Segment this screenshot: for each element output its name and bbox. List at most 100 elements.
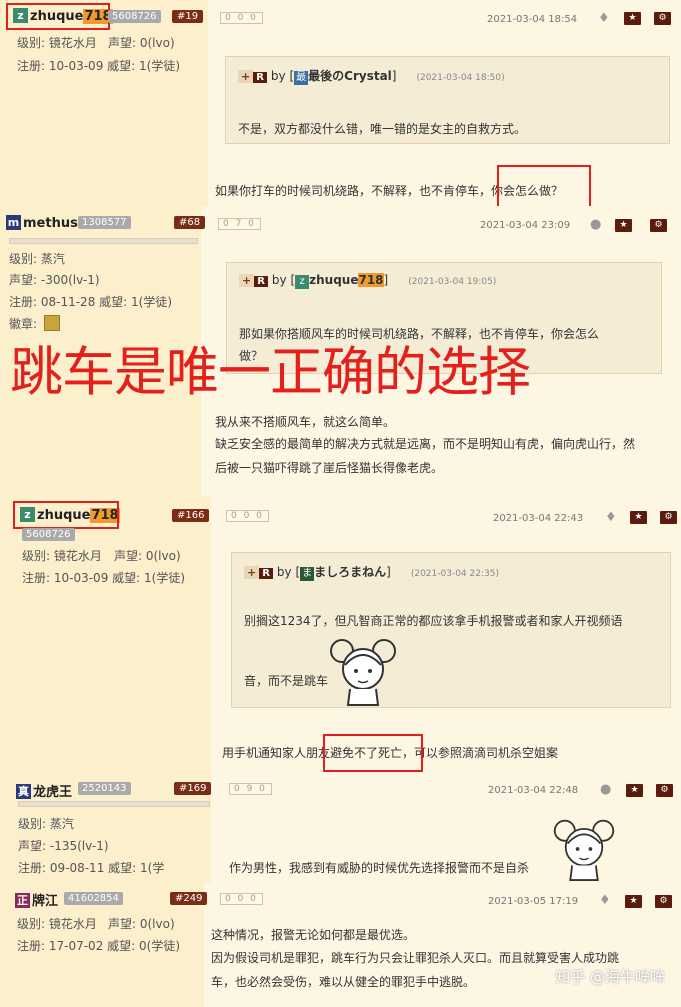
user-register: 注册: 08-11-28 威望: 1(学徒) [9, 295, 172, 309]
floor-number[interactable]: #169 [174, 782, 212, 795]
quote-by: by [276, 565, 292, 579]
post-time: 2021-03-04 22:43 [493, 513, 584, 524]
quote-author[interactable]: ましろまねん [314, 565, 386, 579]
avatar: 正 [15, 893, 30, 908]
quote-text: 别搁这1234了，但凡智商正常的都应该拿手机报警或者和家人开视频语 [244, 614, 623, 628]
username[interactable]: 正牌江 [15, 890, 58, 909]
gear-button[interactable]: ⚙ [650, 219, 667, 232]
post-19: z zhuque718 5608726 #19 级别: 镜花水月 声望: 0(lv… [0, 0, 681, 206]
android-icon: ♦ [605, 510, 617, 525]
gear-button[interactable]: ⚙ [656, 784, 673, 797]
floor-number[interactable]: #249 [170, 892, 208, 905]
gear-button[interactable]: ⚙ [654, 12, 671, 25]
watermark: 知乎 @海牛哞哞 [555, 968, 665, 986]
quote-block: + Rby [まましろまねん] (2021-03-04 22:35) 别搁这1234… [231, 552, 671, 708]
reply-icon[interactable]: R [254, 276, 268, 287]
star-button[interactable]: ★ [615, 219, 632, 232]
floor-number[interactable]: #19 [172, 10, 204, 23]
gear-button[interactable]: ⚙ [660, 511, 677, 524]
star-button[interactable]: ★ [625, 895, 642, 908]
post-body: 后被一只猫吓得跳了崖后怪猫长得像老虎。 [215, 461, 444, 475]
user-reputation: 声望: -135(lv-1) [18, 839, 109, 853]
post-body: 作为男性，我感到有威胁的时候优先选择报警而不是自杀 [229, 861, 530, 875]
user-id: 1308577 [78, 216, 131, 229]
post-249: 正牌江 41602854 #249 级别: 镜花水月 声望: 0(lvo) 注册… [0, 882, 681, 1007]
level-bar [9, 238, 198, 244]
quote-text: 音，而不是跳车 [244, 674, 329, 688]
overlay-caption: 跳车是唯一正确的选择 [10, 342, 531, 403]
gear-button[interactable]: ⚙ [655, 895, 672, 908]
username-text: 龙虎王 [33, 785, 73, 800]
quote-time: (2021-03-04 22:35) [410, 569, 499, 579]
user-id: 2520143 [78, 782, 131, 795]
android-icon: ♦ [599, 893, 611, 908]
anime-girl-sticker [553, 819, 615, 881]
username[interactable]: m methuss [6, 215, 86, 231]
quote-header: + Rby [z zhuque718] (2021-03-04 19:05) [239, 273, 496, 289]
quote-block: + Rby [最最後のCrystal] (2021-03-04 18:50) 不是，… [225, 56, 670, 144]
user-register: 注册: 10-03-09 威望: 1(学徒) [17, 59, 180, 73]
user-reputation: 声望: 0(lvo) [108, 917, 175, 931]
username-text: methuss [23, 216, 86, 231]
quote-avatar: ま [300, 567, 315, 581]
user-level: 级别: 蒸汽 [18, 817, 74, 831]
post-time: 2021-03-04 23:09 [480, 220, 571, 231]
quote-by: by [270, 69, 286, 83]
user-register: 注册: 09-08-11 威望: 1(学 [18, 861, 165, 875]
post-169: 真龙虎王 2520143 #169 级别: 蒸汽 声望: -135(lv-1) … [0, 772, 681, 882]
floor-number[interactable]: #166 [172, 509, 210, 522]
quote-text: 不是，双方都没什么错，唯一错的是女主的自救方式。 [238, 122, 527, 136]
apple-icon: ● [590, 217, 602, 232]
user-level: 级别: 蒸汽 [9, 252, 65, 266]
post-time: 2021-03-04 22:48 [488, 785, 579, 796]
highlight-box [497, 165, 591, 206]
android-icon: ♦ [598, 11, 610, 26]
floor-number[interactable]: #68 [174, 216, 206, 229]
user-sidebar [0, 0, 208, 206]
post-time: 2021-03-05 17:19 [488, 896, 579, 907]
user-id: 41602854 [64, 892, 123, 905]
quote-time: (2021-03-04 19:05) [408, 277, 497, 287]
vote-counter[interactable]: 0 0 0 [220, 893, 263, 905]
quote-avatar: 最 [294, 71, 309, 85]
user-level: 级别: 镜花水月 [17, 36, 97, 50]
vote-counter[interactable]: 0 0 0 [220, 12, 263, 24]
quote-header: + Rby [最最後のCrystal] (2021-03-04 18:50) [238, 67, 505, 85]
post-body: 缺乏安全感的最简单的解决方式就是远离，而不是明知山有虎，偏向虎山行，然 [215, 437, 636, 451]
quote-author[interactable]: zhuque [309, 273, 358, 287]
user-reputation: 声望: 0(lvo) [108, 36, 175, 50]
quote-plus[interactable]: + [244, 566, 260, 579]
username[interactable]: 真龙虎王 [16, 781, 72, 800]
level-bar [18, 801, 210, 807]
quote-by: by [271, 273, 287, 287]
medal-icon[interactable] [44, 315, 60, 331]
star-button[interactable]: ★ [630, 511, 647, 524]
vote-counter[interactable]: 0 7 0 [218, 218, 261, 230]
reply-icon[interactable]: R [259, 568, 273, 579]
username-text: 牌江 [32, 894, 59, 909]
post-body: 我从来不搭顺风车，就这么简单。 [215, 415, 396, 429]
vote-counter[interactable]: 0 0 0 [226, 510, 269, 522]
quote-author-highlight: 718 [358, 273, 384, 287]
post-166: z zhuque718 5608726 #166 级别: 镜花水月 声望: 0(l… [0, 496, 681, 772]
quote-plus[interactable]: + [239, 274, 255, 287]
star-button[interactable]: ★ [624, 12, 641, 25]
reply-icon[interactable]: R [253, 72, 267, 83]
post-body: 这种情况，报警无论如何都是最优选。 [211, 928, 416, 942]
user-id: 5608726 [22, 528, 75, 541]
quote-avatar: z [295, 275, 310, 289]
quote-author[interactable]: 最後のCrystal [308, 69, 392, 83]
quote-plus[interactable]: + [238, 70, 254, 83]
post-body: 车，也必然会受伤，难以从健全的罪犯手中逃脱。 [211, 975, 476, 989]
anime-girl-sticker [330, 639, 396, 706]
apple-icon: ● [600, 782, 612, 797]
user-level: 级别: 镜花水月 [17, 917, 97, 931]
star-button[interactable]: ★ [626, 784, 643, 797]
highlight-box [13, 501, 119, 529]
vote-counter[interactable]: 0 9 0 [229, 783, 272, 795]
avatar: 真 [16, 784, 31, 799]
quote-header: + Rby [まましろまねん] (2021-03-04 22:35) [244, 563, 499, 581]
highlight-box [6, 3, 110, 30]
avatar: m [6, 215, 21, 230]
post-time: 2021-03-04 18:54 [487, 14, 578, 25]
